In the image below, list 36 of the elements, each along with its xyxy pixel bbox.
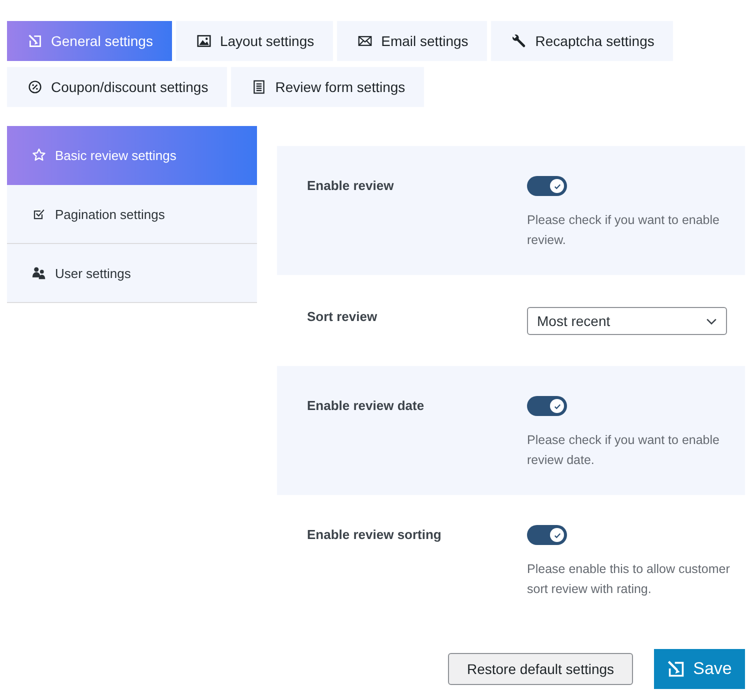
toggle-switch[interactable] — [527, 525, 567, 545]
pencil-square-icon — [28, 34, 42, 48]
settings-tab[interactable]: Email settings — [337, 21, 488, 61]
setting-label: Enable review — [307, 177, 395, 195]
settings-tab[interactable]: General settings — [7, 21, 172, 61]
setting-description: Please check if you want to enable review date. — [527, 432, 720, 469]
settings-tab[interactable]: Layout settings — [176, 21, 334, 61]
sidebar-item[interactable]: Basic review settings — [7, 126, 257, 185]
setting-description: Please check if you want to enable review. — [527, 212, 720, 249]
document-icon — [252, 80, 266, 94]
restore-defaults-button[interactable]: Restore default settings — [448, 653, 633, 685]
sidebar-item[interactable]: User settings — [7, 244, 257, 303]
setting-description: Please enable this to allow customer sort review with rating. — [527, 561, 731, 598]
wrench-icon — [512, 34, 526, 48]
image-icon — [196, 34, 211, 48]
percent-icon — [28, 80, 42, 94]
setting-label: Sort review — [307, 308, 378, 326]
check-icon — [554, 182, 560, 190]
check-icon — [554, 402, 560, 410]
toggle-switch[interactable] — [527, 396, 567, 416]
settings-tab[interactable]: Recaptcha settings — [491, 21, 674, 61]
sort-select[interactable]: Most recent — [527, 307, 727, 335]
sidebar-item[interactable]: Pagination settings — [7, 185, 257, 244]
toggle-switch[interactable] — [527, 176, 567, 196]
envelope-icon — [358, 34, 372, 48]
save-button[interactable]: Save — [654, 649, 745, 689]
setting-label: Enable review date — [307, 397, 426, 415]
users-icon — [32, 266, 46, 280]
chevron-down-icon — [706, 318, 717, 324]
pencil-square-icon — [667, 660, 686, 678]
setting-label: Enable review sorting — [307, 526, 442, 544]
checkbox-icon — [33, 208, 45, 220]
star-icon — [32, 148, 46, 162]
settings-tab[interactable]: Coupon/discount settings — [7, 67, 228, 107]
check-icon — [554, 532, 560, 538]
settings-tab[interactable]: Review form settings — [231, 67, 424, 107]
